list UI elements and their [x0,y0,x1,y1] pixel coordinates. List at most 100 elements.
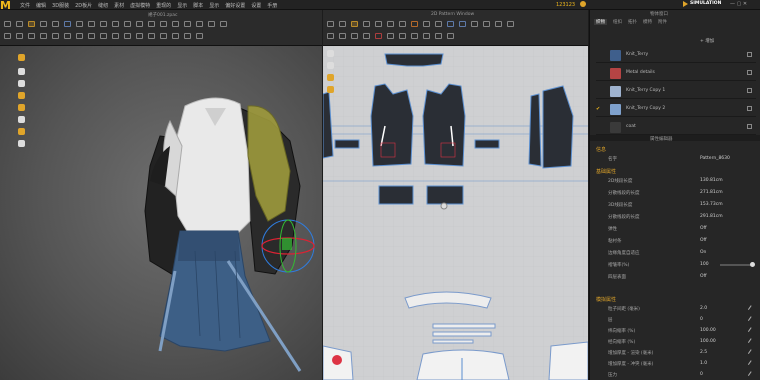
topstitch-tool-icon[interactable] [160,21,167,27]
panel-tab[interactable]: 织物 [594,19,607,25]
arrange-tool-icon[interactable] [4,33,11,39]
panel-tab[interactable]: 纽扣 [613,19,622,25]
shirring-tool-icon[interactable] [100,21,107,27]
property-value[interactable]: 2.0 [700,306,707,311]
offset-icon[interactable] [327,33,334,39]
play-icon[interactable] [683,1,688,7]
garment-display-icon[interactable] [18,68,25,75]
curve-point-icon[interactable] [363,21,370,27]
user-id-label[interactable]: 123123 [556,2,575,8]
trim-tool-icon[interactable] [172,21,179,27]
polygon-icon[interactable] [387,21,394,27]
property-value[interactable]: 1.0 [700,361,707,366]
reset-tool-icon[interactable] [16,33,23,39]
visibility-icon[interactable] [747,106,752,111]
snapshot-icon[interactable] [196,33,203,39]
visibility-icon[interactable] [747,52,752,57]
material-row[interactable]: Knit_Terry Copy 1 [596,84,756,99]
shading-display-icon[interactable] [18,128,25,135]
simulation-button[interactable]: SIMULATION [690,1,721,6]
property-value[interactable]: 100.00 [700,328,716,333]
property-value[interactable]: Off [700,226,707,231]
texture-display-icon[interactable] [18,92,25,99]
select-tool-icon[interactable] [4,21,11,27]
pattern-window-2d[interactable] [323,46,588,380]
texture-tool-icon[interactable] [184,21,191,27]
add-material-button[interactable]: + 增加 [700,38,714,44]
edit-pencil-icon[interactable] [747,360,755,367]
transform-pattern-icon[interactable] [327,21,334,27]
button-tool-icon[interactable] [136,21,143,27]
panel-tab[interactable]: 附件 [658,19,667,25]
edit-pencil-icon[interactable] [747,305,755,312]
move-tool-icon[interactable] [16,21,23,27]
mesh-display-icon[interactable] [18,104,25,111]
menu-item[interactable]: 缝纫 [98,2,108,9]
trace-icon[interactable] [339,33,346,39]
camera-tool-icon[interactable] [220,21,227,27]
grain-icon[interactable] [495,21,502,27]
material-row[interactable]: Knit_Terry [596,48,756,63]
edit-pattern-icon[interactable] [339,21,346,27]
property-value[interactable]: 130.81cm [700,178,723,183]
menu-item[interactable]: 偏好设置 [225,2,245,9]
menu-item[interactable]: 文件 [20,2,30,9]
fit-view-icon[interactable] [327,62,334,69]
segment-sewing-icon[interactable] [447,21,454,27]
stress-map-icon[interactable] [160,33,167,39]
property-value[interactable]: 0 [700,372,703,377]
menu-item[interactable]: 2D板片 [75,2,92,9]
menu-item[interactable]: 重现的 [156,2,171,9]
edit-pencil-icon[interactable] [747,349,755,356]
property-value[interactable]: On [700,250,706,255]
user-avatar-icon[interactable] [580,1,586,7]
property-value[interactable]: 271.81cm [700,190,723,195]
wireframe-display-icon[interactable] [18,116,25,123]
section-basic[interactable]: 基础属性 [596,168,616,175]
notch-icon[interactable] [435,21,442,27]
sew-tool-icon[interactable] [64,21,71,27]
edit-point-icon[interactable] [351,21,358,27]
morph-tool-icon[interactable] [100,33,107,39]
menu-item[interactable]: 素材 [114,2,124,9]
dart-icon[interactable] [423,21,430,27]
graphic-tool-icon[interactable] [196,21,203,27]
menu-item[interactable]: 编辑 [36,2,46,9]
avatar-tool-icon[interactable] [208,21,215,27]
ratio-slider[interactable] [720,262,755,267]
rectangle-icon[interactable] [375,21,382,27]
hide-tool-icon[interactable] [64,33,71,39]
measure-tool-icon[interactable] [76,21,83,27]
pattern-display-icon[interactable] [18,80,25,87]
property-value[interactable]: 100.00 [700,339,716,344]
strengthen-tool-icon[interactable] [112,21,119,27]
render-view-icon[interactable] [184,33,191,39]
layer-tool-icon[interactable] [88,33,95,39]
visibility-icon[interactable] [747,88,752,93]
property-value[interactable]: 291.81cm [700,214,723,219]
property-value[interactable]: Off [700,238,707,243]
zoom-icon[interactable] [327,50,334,57]
property-value[interactable]: Off [700,274,707,279]
freeze-tool-icon[interactable] [52,33,59,39]
visibility-icon[interactable] [747,70,752,75]
texture-2d-icon[interactable] [423,33,430,39]
strain-map-icon[interactable] [148,33,155,39]
menu-item[interactable]: 显示 [209,2,219,9]
property-value[interactable]: 0 [700,317,703,322]
mesh-view-icon[interactable] [172,33,179,39]
tuck-tool-icon[interactable] [40,33,47,39]
prop-name-value[interactable]: Pattern_8630 [700,156,730,161]
property-value[interactable]: 2.5 [700,350,707,355]
edit-pencil-icon[interactable] [747,327,755,334]
fold-tool-icon[interactable] [52,21,59,27]
viewport-3d[interactable] [0,46,322,380]
section-sim[interactable]: 模拟属性 [596,296,616,303]
ruler-icon[interactable] [399,33,406,39]
pattern-list-icon[interactable] [327,74,334,81]
seam-allowance-icon[interactable] [447,33,454,39]
size-tool-icon[interactable] [124,33,131,39]
avatar-display-icon[interactable] [18,54,25,61]
panel-tab[interactable]: 模特 [643,19,652,25]
slider-handle[interactable] [750,262,755,267]
